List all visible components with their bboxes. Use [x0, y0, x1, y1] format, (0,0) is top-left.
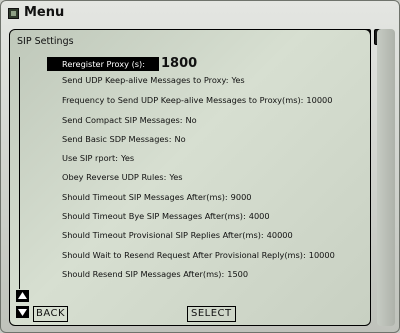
item-label: Should Resend SIP Messages After(ms): [62, 269, 225, 279]
item-label: Should Timeout Provisional SIP Replies A… [62, 230, 264, 240]
list-item[interactable]: Should Resend SIP Messages After(ms): 150… [62, 269, 248, 279]
item-label: Use SIP rport: [62, 153, 118, 163]
scroll-down-button[interactable] [16, 306, 29, 318]
list-item[interactable]: Send UDP Keep-alive Messages to Proxy: Ye… [62, 75, 245, 85]
item-label: Obey Reverse UDP Rules: [62, 172, 167, 182]
app-icon [8, 8, 19, 19]
item-value: No [174, 134, 186, 144]
item-label: Should Timeout SIP Messages After(ms): [62, 192, 228, 202]
item-value: 10000 [308, 250, 335, 260]
list-item[interactable]: Should Timeout Provisional SIP Replies A… [62, 230, 293, 240]
item-value: Yes [120, 153, 135, 163]
list-item[interactable]: Should Timeout Bye SIP Messages After(ms… [62, 211, 270, 221]
item-label: Frequency to Send UDP Keep-alive Message… [62, 95, 304, 105]
menu-window: Menu ? _ x SIP Settings Reregister Proxy… [0, 0, 400, 333]
list-item[interactable]: Obey Reverse UDP Rules: Yes [62, 172, 183, 182]
section-title: SIP Settings [17, 36, 74, 47]
item-label: Should Wait to Resend Request After Prov… [62, 250, 306, 260]
list-item[interactable]: Frequency to Send UDP Keep-alive Message… [62, 95, 332, 105]
item-value: 10000 [306, 95, 333, 105]
list-item[interactable]: Should Timeout SIP Messages After(ms): 90… [62, 192, 252, 202]
title-bar: Menu [1, 1, 400, 25]
arrow-up-icon [18, 292, 27, 299]
item-label: Send Basic SDP Messages: [62, 134, 172, 144]
scroll-up-button[interactable] [16, 290, 29, 302]
arrow-down-icon [18, 309, 27, 316]
back-button[interactable]: BACK [33, 306, 69, 322]
item-label: Send Compact SIP Messages: [62, 115, 183, 125]
item-value: No [185, 115, 197, 125]
item-value: Yes [231, 75, 245, 85]
select-button[interactable]: SELECT [187, 306, 236, 322]
item-value: 4000 [248, 211, 270, 221]
selected-item-value: 1800 [160, 56, 198, 71]
item-value: Yes [169, 172, 183, 182]
list-item-reregister-proxy[interactable]: Reregister Proxy (s): 1800 [47, 56, 197, 71]
item-label: Should Timeout Bye SIP Messages After(ms… [62, 211, 246, 221]
list-item[interactable]: Send Compact SIP Messages: No [62, 115, 197, 125]
item-value: 40000 [266, 230, 293, 240]
list-item[interactable]: Send Basic SDP Messages: No [62, 134, 186, 144]
side-strip [377, 29, 395, 326]
item-label: Send UDP Keep-alive Messages to Proxy: [62, 75, 229, 85]
list-item[interactable]: Should Wait to Resend Request After Prov… [62, 250, 335, 260]
window-title: Menu [24, 5, 65, 20]
tree-line [19, 57, 20, 289]
item-value: 9000 [230, 192, 252, 202]
selected-item-label: Reregister Proxy (s): [47, 57, 159, 71]
item-value: 1500 [227, 269, 249, 279]
list-item[interactable]: Use SIP rport: Yes [62, 153, 134, 163]
